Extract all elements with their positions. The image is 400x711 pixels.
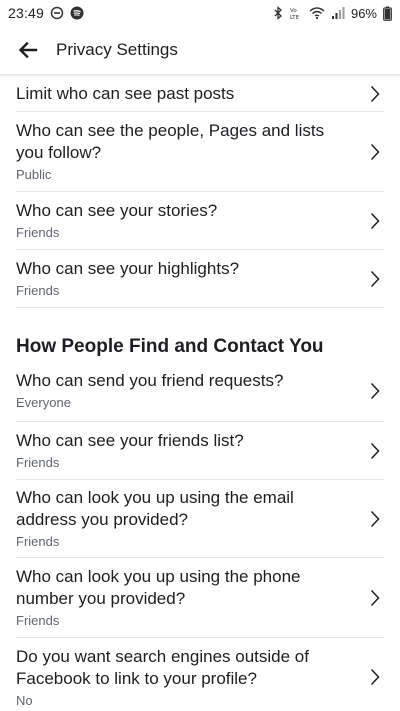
chevron-right-icon bbox=[368, 84, 382, 104]
setting-row-past-posts[interactable]: Limit who can see past posts bbox=[16, 76, 384, 112]
row-value: Friends bbox=[16, 613, 60, 628]
row-value: Friends bbox=[16, 283, 60, 298]
row-text: Limit who can see past posts bbox=[16, 83, 384, 105]
screen: 23:49 Vo LTE 96% Privacy Settings Limit … bbox=[0, 0, 400, 711]
chevron-right-icon bbox=[368, 441, 382, 461]
row-title: Do you want search engines outside of Fa… bbox=[16, 646, 309, 688]
settings-list: Limit who can see past posts Who can see… bbox=[0, 76, 400, 711]
chevron-right-icon bbox=[368, 142, 382, 162]
row-text: Do you want search engines outside of Fa… bbox=[16, 646, 384, 709]
setting-row-stories[interactable]: Who can see your stories? Friends bbox=[16, 192, 384, 250]
row-title: Who can look you up using the email addr… bbox=[16, 488, 294, 529]
chevron-right-icon bbox=[368, 588, 382, 608]
row-value: No bbox=[16, 692, 33, 708]
row-title: Who can look you up using the phone numb… bbox=[16, 567, 301, 608]
setting-row-follow-visibility[interactable]: Who can see the people, Pages and lists … bbox=[16, 112, 384, 192]
row-title: Who can see the people, Pages and lists … bbox=[16, 121, 325, 162]
row-value: Friends bbox=[16, 534, 60, 549]
status-right: Vo LTE 96% bbox=[273, 6, 392, 21]
chevron-right-icon bbox=[368, 211, 382, 231]
volte-icon: Vo LTE bbox=[289, 6, 303, 20]
row-value: Friends bbox=[16, 455, 60, 470]
status-bar: 23:49 Vo LTE 96% bbox=[0, 0, 400, 26]
chevron-right-icon bbox=[368, 381, 382, 401]
row-value: Everyone bbox=[16, 395, 71, 410]
row-value: Public bbox=[16, 167, 52, 182]
back-button[interactable] bbox=[16, 38, 40, 62]
row-text: Who can see your friends list? Friends bbox=[16, 430, 384, 471]
setting-row-highlights[interactable]: Who can see your highlights? Friends bbox=[16, 250, 384, 308]
row-text: Who can look you up using the email addr… bbox=[16, 487, 384, 550]
status-time: 23:49 bbox=[8, 5, 45, 21]
do-not-disturb-icon bbox=[50, 6, 64, 20]
row-text: Who can send you friend requests? Everyo… bbox=[16, 370, 384, 411]
battery-icon bbox=[383, 6, 392, 21]
row-title: Who can see your highlights? bbox=[16, 259, 240, 278]
setting-row-friend-requests[interactable]: Who can send you friend requests? Everyo… bbox=[16, 360, 384, 422]
arrow-left-icon bbox=[18, 41, 38, 59]
row-title: Who can send you friend requests? bbox=[16, 371, 284, 390]
setting-row-search-engines[interactable]: Do you want search engines outside of Fa… bbox=[16, 638, 384, 711]
app-header: Privacy Settings bbox=[0, 26, 400, 74]
row-text: Who can see your highlights? Friends bbox=[16, 258, 384, 299]
row-text: Who can see the people, Pages and lists … bbox=[16, 120, 384, 183]
svg-text:LTE: LTE bbox=[290, 15, 300, 20]
row-title: Who can see your stories? bbox=[16, 201, 218, 220]
setting-row-friends-list[interactable]: Who can see your friends list? Friends bbox=[16, 422, 384, 480]
signal-icon bbox=[331, 6, 345, 20]
setting-row-email-lookup[interactable]: Who can look you up using the email addr… bbox=[16, 480, 384, 558]
section-title: How People Find and Contact You bbox=[16, 336, 324, 357]
row-title: Who can see your friends list? bbox=[16, 431, 244, 450]
row-text: Who can look you up using the phone numb… bbox=[16, 566, 384, 629]
chevron-right-icon bbox=[368, 269, 382, 289]
wifi-icon bbox=[309, 6, 325, 20]
battery-percent: 96% bbox=[350, 5, 377, 21]
row-title: Limit who can see past posts bbox=[16, 83, 235, 103]
chevron-right-icon bbox=[368, 509, 382, 529]
setting-row-phone-lookup[interactable]: Who can look you up using the phone numb… bbox=[16, 558, 384, 638]
svg-text:Vo: Vo bbox=[290, 8, 297, 14]
bluetooth-icon bbox=[273, 6, 283, 20]
status-left: 23:49 bbox=[8, 5, 84, 21]
row-text: Who can see your stories? Friends bbox=[16, 200, 384, 241]
spotify-icon bbox=[70, 6, 84, 20]
page-title: Privacy Settings bbox=[56, 40, 178, 59]
row-value: Friends bbox=[16, 225, 60, 240]
chevron-right-icon bbox=[368, 667, 382, 687]
